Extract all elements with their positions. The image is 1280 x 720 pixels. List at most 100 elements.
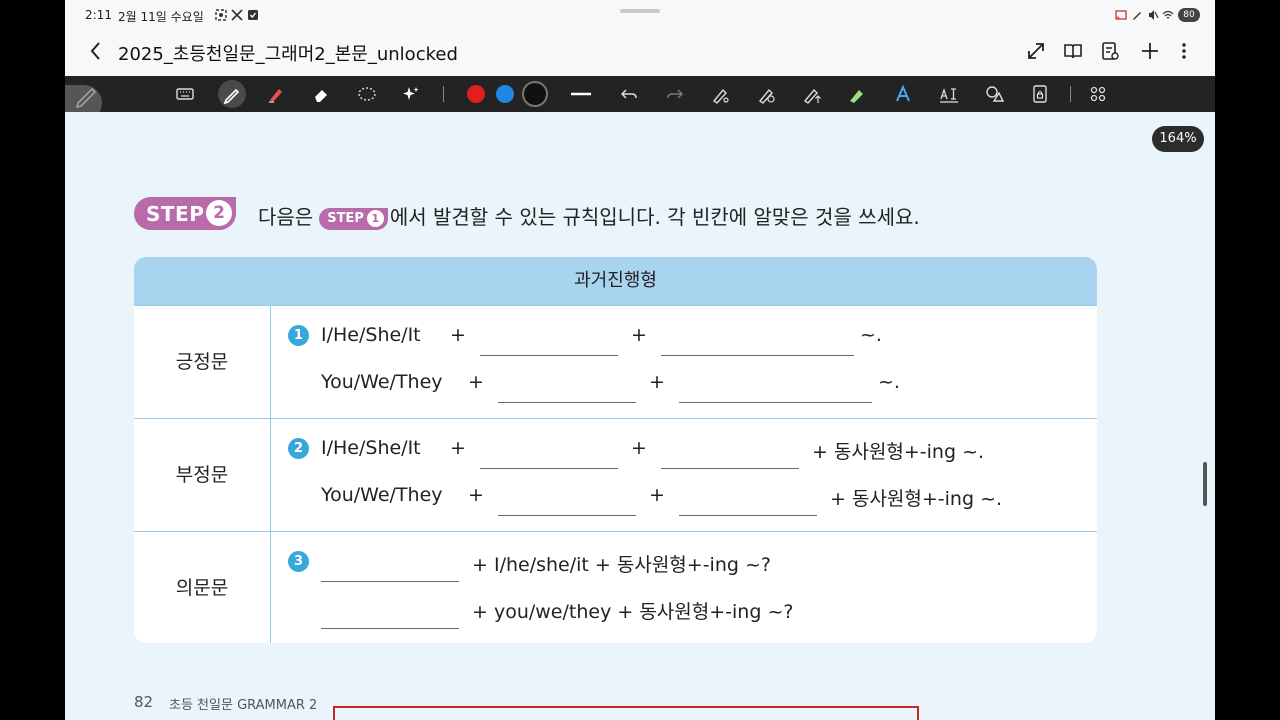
tablet-screen: 2:11 2월 11일 수요일 80 2025_초등천일문_그래머2_본문_un… bbox=[65, 0, 1215, 720]
line-ending: + 동사원형+-ing ~. bbox=[812, 441, 985, 463]
tools-off-icon bbox=[231, 9, 243, 21]
instruction-text: 다음은 STEP 1 에서 발견할 수 있는 규칙입니다. 각 빈칸에 알맞은 것을 … bbox=[258, 201, 920, 230]
row-label: 의문문 bbox=[134, 532, 271, 643]
toolbar-divider bbox=[1070, 86, 1071, 102]
toolbar-divider bbox=[443, 86, 444, 102]
step-badge-label: STEP bbox=[146, 202, 205, 226]
back-arrow-icon[interactable] bbox=[87, 40, 105, 62]
text-box-icon[interactable] bbox=[937, 82, 961, 106]
plus-sign: + bbox=[468, 484, 484, 506]
step-badge-number: 2 bbox=[206, 200, 232, 226]
status-bar: 2:11 2월 11일 수요일 80 bbox=[65, 0, 1215, 30]
redo-icon[interactable] bbox=[663, 82, 687, 106]
drag-handle[interactable] bbox=[620, 9, 660, 13]
shapes-icon[interactable] bbox=[982, 82, 1006, 106]
instruction-after: 에서 발견할 수 있는 규칙입니다. 각 빈칸에 알맞은 것을 쓰세요. bbox=[389, 205, 920, 229]
zoom-level-badge: 164% bbox=[1152, 126, 1204, 152]
subject-text: I/He/She/It bbox=[321, 437, 421, 459]
add-icon[interactable] bbox=[1139, 40, 1161, 62]
book-view-icon[interactable] bbox=[1062, 40, 1084, 62]
plus-sign: + bbox=[450, 437, 466, 459]
table-row-question: 의문문 3 + I/he/she/it + 동사원형+-ing ~? + you… bbox=[134, 531, 1097, 643]
pen-upload-icon[interactable] bbox=[800, 82, 824, 106]
screen-record-icon bbox=[215, 9, 227, 21]
stroke-width-icon[interactable] bbox=[569, 82, 593, 106]
line-ending: + 동사원형+-ing ~. bbox=[830, 488, 1003, 510]
answer-blank[interactable] bbox=[321, 581, 459, 582]
row-number-badge: 2 bbox=[288, 438, 309, 459]
cast-icon bbox=[1115, 10, 1127, 20]
question-pattern: + you/we/they + 동사원형+-ing ~? bbox=[472, 601, 794, 623]
color-swatch-blue[interactable] bbox=[496, 85, 514, 103]
document-title: 2025_초등천일문_그래머2_본문_unlocked bbox=[118, 44, 458, 65]
plus-sign: + bbox=[631, 324, 647, 346]
edit-document-icon[interactable] bbox=[1099, 40, 1121, 62]
annotation-box bbox=[333, 706, 919, 720]
highlighter-icon[interactable] bbox=[264, 82, 288, 106]
status-time: 2:11 bbox=[85, 8, 112, 22]
text-style-icon[interactable] bbox=[891, 82, 915, 106]
wifi-icon bbox=[1162, 10, 1174, 19]
answer-blank[interactable] bbox=[498, 515, 636, 516]
answer-blank[interactable] bbox=[321, 628, 459, 629]
subject-text: I/He/She/It bbox=[321, 324, 421, 346]
row-label: 부정문 bbox=[134, 419, 271, 532]
pen-tool[interactable] bbox=[218, 80, 246, 108]
pen-search-icon[interactable] bbox=[755, 82, 779, 106]
undo-icon[interactable] bbox=[617, 82, 641, 106]
download-check-icon bbox=[248, 10, 258, 20]
title-bar: 2025_초등천일문_그래머2_본문_unlocked bbox=[65, 30, 1215, 76]
mute-icon bbox=[1149, 10, 1159, 20]
plus-sign: + bbox=[450, 324, 466, 346]
sparkle-icon[interactable] bbox=[399, 82, 423, 106]
expand-icon[interactable] bbox=[1025, 40, 1047, 62]
subject-text: You/We/They bbox=[321, 484, 443, 506]
answer-blank[interactable] bbox=[661, 355, 854, 356]
plus-sign: + bbox=[631, 437, 647, 459]
inline-step-number: 1 bbox=[366, 210, 384, 227]
battery-indicator: 80 bbox=[1178, 8, 1200, 22]
status-date: 2월 11일 수요일 bbox=[118, 10, 204, 24]
plus-sign: + bbox=[468, 371, 484, 393]
document-page: 164% STEP 2 다음은 STEP 1 에서 발견할 수 있는 규칙입니다. 각… bbox=[65, 112, 1215, 720]
answer-blank[interactable] bbox=[498, 402, 636, 403]
lock-icon[interactable] bbox=[1028, 82, 1052, 106]
color-swatch-red[interactable] bbox=[467, 85, 485, 103]
answer-blank[interactable] bbox=[661, 468, 799, 469]
question-pattern: + I/he/she/it + 동사원형+-ing ~? bbox=[472, 554, 771, 576]
inline-step-label: STEP bbox=[327, 211, 364, 226]
line-ending: ~. bbox=[878, 371, 900, 393]
eraser-icon[interactable] bbox=[309, 82, 333, 106]
more-options-icon[interactable] bbox=[1173, 40, 1195, 62]
row-number-badge: 3 bbox=[288, 551, 309, 572]
marker-icon[interactable] bbox=[845, 82, 869, 106]
keyboard-icon[interactable] bbox=[173, 82, 197, 106]
page-number: 82 bbox=[134, 693, 154, 711]
answer-blank[interactable] bbox=[480, 355, 618, 356]
pen-icon bbox=[223, 88, 240, 105]
row-number-badge: 1 bbox=[288, 325, 309, 346]
table-header: 과거진행형 bbox=[134, 257, 1097, 305]
answer-blank[interactable] bbox=[480, 468, 618, 469]
lasso-icon[interactable] bbox=[355, 82, 379, 106]
subject-text: You/We/They bbox=[321, 371, 443, 393]
row-label: 긍정문 bbox=[134, 306, 271, 419]
grammar-table: 과거진행형 긍정문 1 I/He/She/It + + ~. You/We/Th… bbox=[134, 257, 1097, 643]
step-badge: STEP 2 bbox=[134, 197, 236, 230]
plus-sign: + bbox=[649, 371, 665, 393]
inline-step-badge: STEP 1 bbox=[319, 208, 388, 230]
pen-toolbar bbox=[65, 76, 1215, 112]
grid-menu-icon[interactable] bbox=[1086, 82, 1110, 106]
answer-blank[interactable] bbox=[679, 515, 817, 516]
color-swatch-black-selected[interactable] bbox=[522, 81, 548, 107]
plus-sign: + bbox=[649, 484, 665, 506]
scrollbar[interactable] bbox=[1203, 462, 1207, 506]
table-row-negative: 부정문 2 I/He/She/It + + + 동사원형+-ing ~. You… bbox=[134, 418, 1097, 532]
table-row-affirmative: 긍정문 1 I/He/She/It + + ~. You/We/They + +… bbox=[134, 305, 1097, 419]
instruction-before: 다음은 bbox=[258, 205, 314, 229]
book-title: 초등 천일문 GRAMMAR 2 bbox=[169, 698, 318, 713]
pen-settings-icon[interactable] bbox=[709, 82, 733, 106]
line-ending: ~. bbox=[860, 324, 882, 346]
answer-blank[interactable] bbox=[679, 402, 872, 403]
pen-icon bbox=[1133, 12, 1141, 20]
